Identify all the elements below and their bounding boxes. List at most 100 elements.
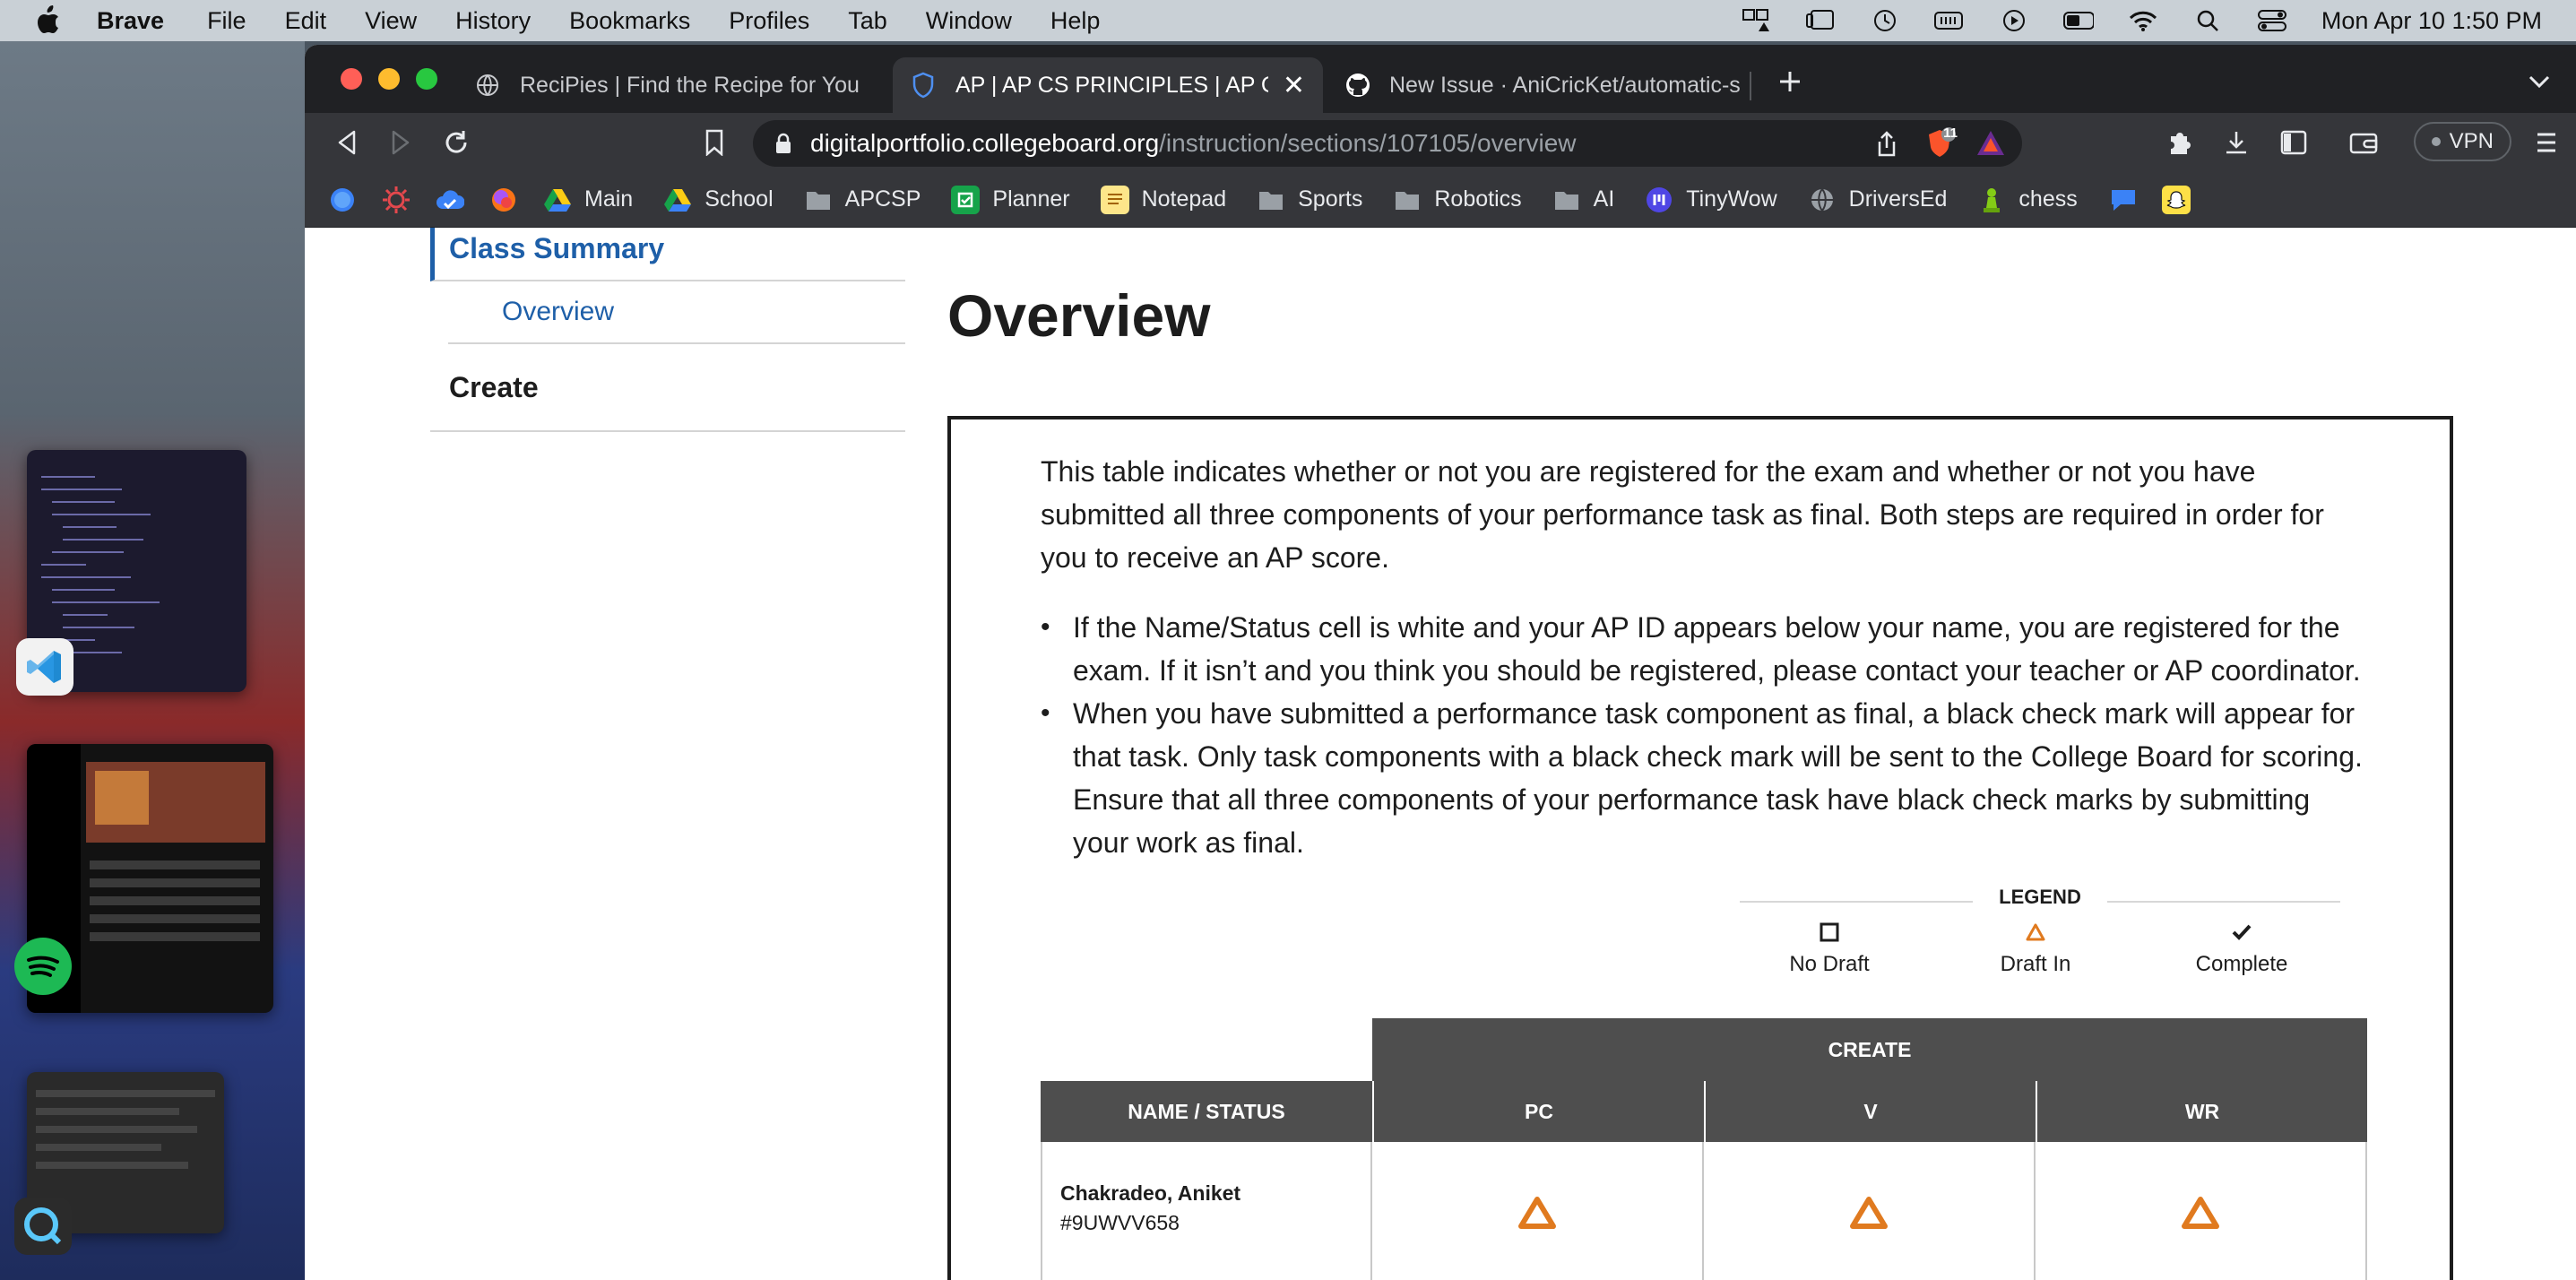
list-item-text: If the Name/Status cell is white and you… xyxy=(1073,611,2361,687)
close-window-button[interactable] xyxy=(341,68,362,90)
bookmark-label: Notepad xyxy=(1141,186,1227,212)
share-icon[interactable] xyxy=(1875,131,1898,164)
quicktime-app-icon[interactable] xyxy=(14,1198,72,1255)
vpn-label: VPN xyxy=(2449,129,2494,153)
blue-circle-icon xyxy=(328,186,357,214)
tab-title: New Issue · AniCricKet/automatic-s xyxy=(1389,72,1741,98)
tab-search-dropdown-icon[interactable] xyxy=(2524,66,2554,97)
tab-ap-cs-principles[interactable]: AP | AP CS PRINCIPLES | AP Co ✕ xyxy=(893,57,1323,113)
screen-mirror-icon[interactable] xyxy=(1741,8,1771,33)
menu-history[interactable]: History xyxy=(455,7,531,35)
bookmark-main[interactable]: Main xyxy=(543,186,633,214)
menu-app-name[interactable]: Brave xyxy=(97,7,164,35)
bookmark-chat[interactable] xyxy=(2108,186,2137,214)
tab-separator xyxy=(1750,72,1751,100)
bookmark-label: Sports xyxy=(1298,186,1363,212)
shields-count-badge: 11 xyxy=(1943,125,1958,141)
menu-file[interactable]: File xyxy=(207,7,246,35)
page-title: Overview xyxy=(947,282,1211,349)
new-tab-button[interactable] xyxy=(1775,66,1805,97)
forward-button[interactable] xyxy=(385,127,416,158)
bookmark-planner[interactable]: Planner xyxy=(951,185,1070,214)
reload-button[interactable] xyxy=(441,127,471,158)
github-icon xyxy=(1344,73,1370,98)
play-icon[interactable] xyxy=(1999,8,2029,33)
downloads-icon[interactable] xyxy=(2221,127,2252,158)
bookmark-swirl[interactable] xyxy=(489,186,518,214)
menu-view[interactable]: View xyxy=(365,7,417,35)
bookmark-folder-apcsp[interactable]: APCSP xyxy=(804,186,921,214)
menu-profiles[interactable]: Profiles xyxy=(729,7,809,35)
menu-hamburger-icon[interactable] xyxy=(2531,127,2562,158)
nav-create[interactable]: Create xyxy=(430,344,905,432)
stage-manager-icon[interactable] xyxy=(1805,8,1836,33)
page-content: Class Summary Overview Create Overview T… xyxy=(305,228,2576,1280)
control-center-icon[interactable] xyxy=(2257,8,2287,33)
spotlight-icon[interactable] xyxy=(2192,8,2223,33)
nav-class-summary[interactable]: Class Summary xyxy=(430,228,905,281)
bookmark-folder-robotics[interactable]: Robotics xyxy=(1393,186,1522,214)
column-header-v: V xyxy=(1704,1081,2036,1142)
menu-bookmarks[interactable]: Bookmarks xyxy=(569,7,690,35)
sun-icon xyxy=(382,186,411,214)
bookmark-cloud[interactable] xyxy=(436,186,464,214)
bookmark-snapchat[interactable] xyxy=(2161,185,2191,214)
brave-browser-window: ReciPies | Find the Recipe for You AP | … xyxy=(305,45,2576,1280)
bookmark-school[interactable]: School xyxy=(663,186,774,214)
menu-help[interactable]: Help xyxy=(1050,7,1101,35)
menu-tab[interactable]: Tab xyxy=(848,7,887,35)
sidebar-toggle-icon[interactable] xyxy=(2278,127,2309,158)
spotify-app-icon[interactable] xyxy=(14,938,72,995)
bookmark-label: DriversEd xyxy=(1848,186,1948,212)
bookmark-blue-circle[interactable] xyxy=(328,186,357,214)
empty-square-icon xyxy=(1740,918,1919,947)
vpn-button[interactable]: VPN xyxy=(2413,122,2511,161)
brave-rewards-icon[interactable] xyxy=(1975,129,2006,164)
bookmark-sun[interactable] xyxy=(382,186,411,214)
legend-label: Draft In xyxy=(2000,952,2071,976)
bookmark-notepad[interactable]: Notepad xyxy=(1100,185,1227,214)
back-button[interactable] xyxy=(332,127,362,158)
minimize-window-button[interactable] xyxy=(378,68,400,90)
wifi-icon[interactable] xyxy=(2128,8,2158,33)
folder-icon xyxy=(1393,186,1422,214)
draft-in-triangle-icon xyxy=(2182,1197,2219,1229)
bookmark-tinywow[interactable]: TinyWow xyxy=(1645,186,1777,214)
bookmark-label: AI xyxy=(1593,186,1615,212)
tab-title: ReciPies | Find the Recipe for You xyxy=(520,72,860,98)
extensions-icon[interactable] xyxy=(2164,127,2194,158)
bookmark-label: TinyWow xyxy=(1686,186,1777,212)
bookmarks-bar: Main School APCSP Planner Notepad Sports… xyxy=(305,172,2576,228)
tab-recipies[interactable]: ReciPies | Find the Recipe for You xyxy=(457,57,896,113)
bookmark-driversed[interactable]: DriversEd xyxy=(1808,186,1948,214)
legend-item-no-draft: No Draft xyxy=(1740,918,1919,977)
apple-logo-icon[interactable] xyxy=(34,5,61,36)
draft-in-triangle-icon xyxy=(1850,1197,1888,1229)
bookmark-folder-sports[interactable]: Sports xyxy=(1257,186,1362,214)
address-bar[interactable]: digitalportfolio.collegeboard.org/instru… xyxy=(753,120,2022,167)
maximize-window-button[interactable] xyxy=(416,68,437,90)
bookmark-folder-ai[interactable]: AI xyxy=(1552,186,1615,214)
battery-icon[interactable] xyxy=(1933,8,1965,33)
vscode-app-icon[interactable] xyxy=(16,638,73,696)
bookmark-chess[interactable]: chess xyxy=(1977,186,2078,214)
brave-shields-icon[interactable]: 11 xyxy=(1923,125,1958,160)
menu-edit[interactable]: Edit xyxy=(285,7,327,35)
snapchat-icon xyxy=(2161,185,2191,214)
vpn-status-dot xyxy=(2431,137,2441,146)
tinywow-icon xyxy=(1645,186,1673,214)
nav-overview[interactable]: Overview xyxy=(448,281,905,344)
url-host: digitalportfolio.collegeboard.org xyxy=(810,129,1160,157)
bookmark-label: Robotics xyxy=(1434,186,1522,212)
bookmark-page-icon[interactable] xyxy=(699,127,730,158)
menu-window[interactable]: Window xyxy=(926,7,1012,35)
tab-github-new-issue[interactable]: New Issue · AniCricKet/automatic-s xyxy=(1327,57,1775,113)
battery-level-icon[interactable] xyxy=(2062,8,2094,33)
pawn-icon xyxy=(1977,186,2006,214)
wallet-icon[interactable] xyxy=(2348,127,2379,158)
desktop-background xyxy=(0,41,305,1280)
table-group-header: CREATE xyxy=(1372,1018,2367,1081)
menu-bar-clock[interactable]: Mon Apr 10 1:50 PM xyxy=(2321,7,2542,35)
time-machine-icon[interactable] xyxy=(1870,8,1900,33)
close-tab-icon[interactable]: ✕ xyxy=(1283,70,1305,101)
